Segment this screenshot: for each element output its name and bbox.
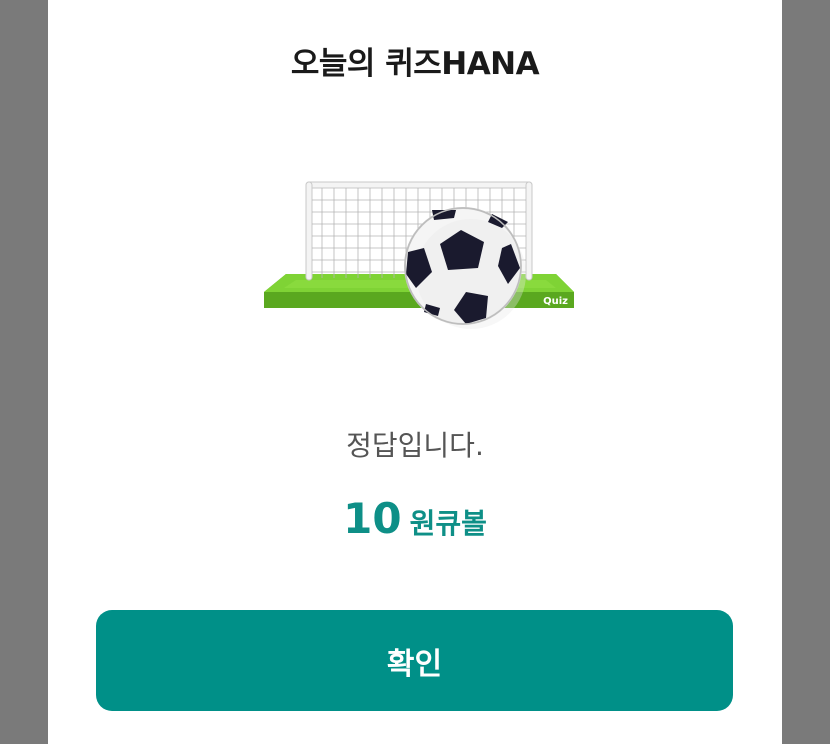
quiz-badge: Quiz	[543, 296, 568, 307]
reward-unit: 원큐볼	[409, 507, 487, 540]
soccer-goal-icon: Quiz	[264, 181, 574, 329]
reward-line: 10 원큐볼	[48, 494, 782, 543]
soccer-ball-icon	[404, 207, 526, 329]
reward-amount: 10	[343, 494, 402, 543]
result-message: 정답입니다.	[346, 429, 484, 462]
dialog-title: 오늘의 퀴즈HANA	[290, 46, 540, 82]
confirm-button[interactable]: 확인	[96, 610, 733, 711]
quiz-result-dialog: 오늘의 퀴즈HANA Quiz 정답입니다. 10 원큐볼 확인	[48, 0, 782, 744]
